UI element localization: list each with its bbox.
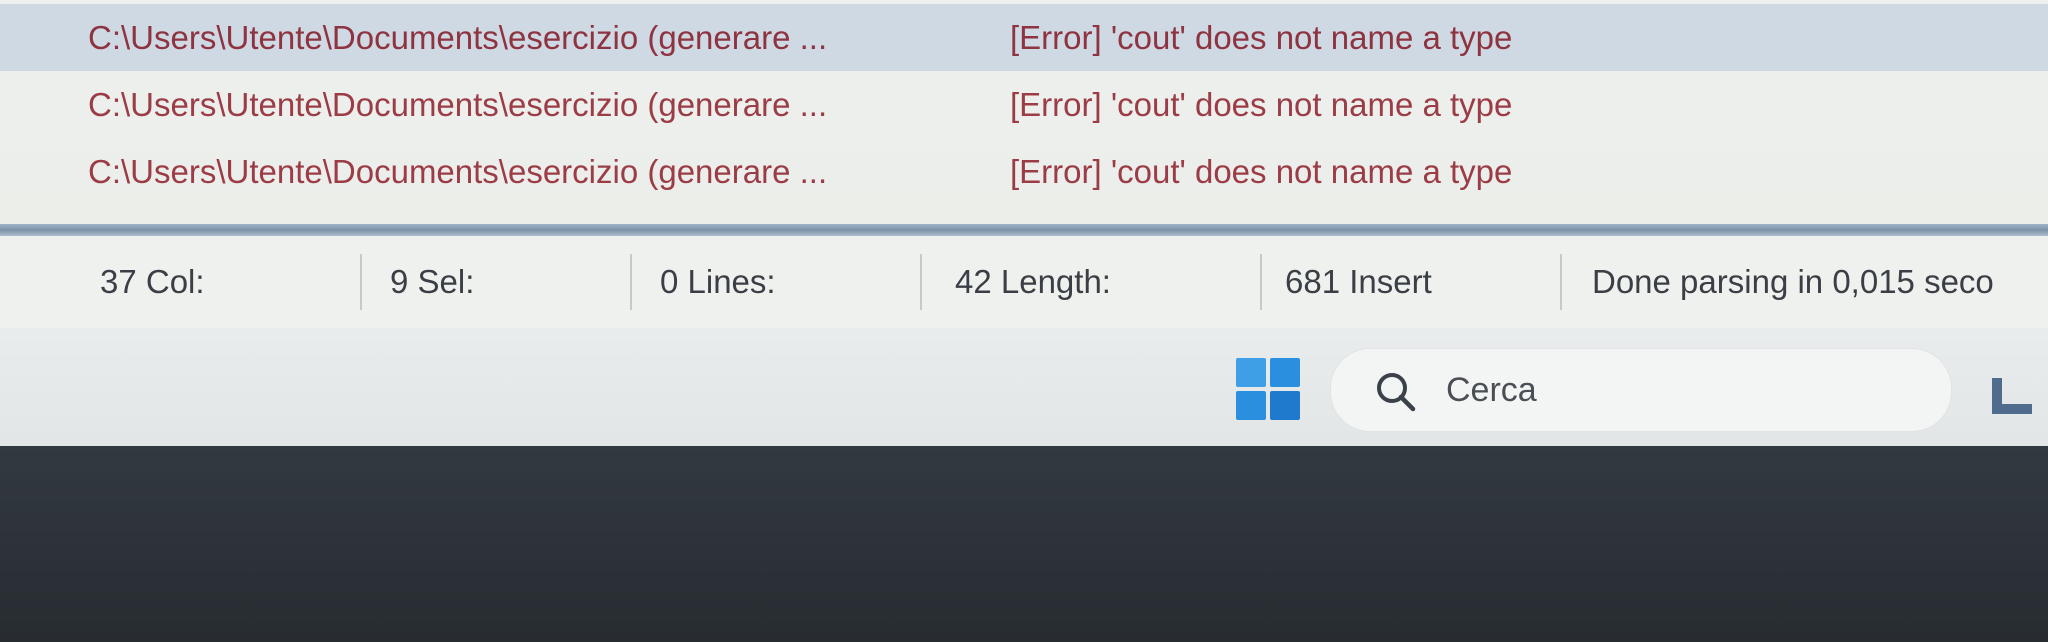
- message-file: C:\Users\Utente\Documents\esercizio (gen…: [88, 85, 828, 123]
- compiler-messages-panel: C:\Users\Utente\Documents\esercizio (gen…: [0, 0, 2048, 224]
- taskbar-search-box[interactable]: Cerca: [1330, 348, 1952, 432]
- status-insert: 681 Insert: [1285, 263, 1432, 300]
- message-text: [Error] 'cout' does not name a type: [1010, 85, 1513, 123]
- app-tray-icon[interactable]: [1990, 376, 2034, 416]
- panel-splitter[interactable]: [0, 224, 2048, 236]
- status-sel: 9 Sel:: [390, 263, 475, 300]
- message-row[interactable]: C:\Users\Utente\Documents\esercizio (gen…: [0, 4, 2048, 71]
- message-row[interactable]: C:\Users\Utente\Documents\esercizio (gen…: [0, 71, 2048, 138]
- message-text: [Error] 'cout' does not name a type: [1010, 152, 1513, 190]
- status-lines: 0 Lines:: [660, 263, 776, 300]
- message-row[interactable]: C:\Users\Utente\Documents\esercizio (gen…: [0, 138, 2048, 205]
- message-file: C:\Users\Utente\Documents\esercizio (gen…: [88, 18, 828, 56]
- monitor-bezel: [0, 446, 2048, 642]
- search-placeholder: Cerca: [1446, 370, 1537, 409]
- search-icon: [1377, 373, 1416, 412]
- status-col: 37 Col:: [100, 263, 205, 300]
- status-separator: [360, 254, 362, 310]
- message-file: C:\Users\Utente\Documents\esercizio (gen…: [88, 152, 828, 190]
- status-length: 42 Length:: [955, 263, 1111, 300]
- status-parse: Done parsing in 0,015 seco: [1592, 263, 1994, 300]
- status-separator: [630, 254, 632, 310]
- status-separator: [1260, 254, 1262, 310]
- status-separator: [920, 254, 922, 310]
- taskbar: Cerca: [0, 328, 2048, 448]
- status-separator: [1560, 254, 1562, 310]
- windows-start-icon[interactable]: [1236, 358, 1300, 420]
- message-text: [Error] 'cout' does not name a type: [1010, 18, 1513, 56]
- status-bar: 37 Col: 9 Sel: 0 Lines: 42 Length: 681 I…: [0, 236, 2048, 328]
